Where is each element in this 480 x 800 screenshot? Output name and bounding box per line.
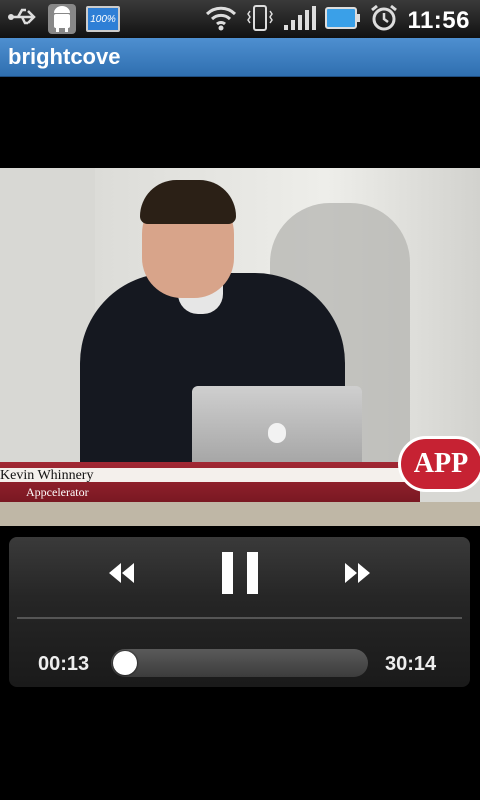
total-time: 30:14 — [385, 653, 437, 675]
signal-icon — [283, 5, 317, 36]
status-bar: 100% 11:56 — [0, 0, 480, 38]
presenter-hair — [140, 180, 236, 224]
app-title: brightcove — [8, 44, 121, 69]
usb-icon — [8, 5, 38, 34]
desk — [0, 502, 480, 526]
seek-bar[interactable] — [111, 649, 368, 677]
fast-forward-icon — [344, 561, 372, 585]
app-title-bar: brightcove — [0, 38, 480, 77]
pause-icon — [220, 552, 260, 594]
status-time: 11:56 — [407, 6, 470, 34]
battery-icon — [325, 6, 361, 35]
seek-thumb[interactable] — [113, 651, 137, 675]
speaker-company: Appcelerator — [26, 485, 89, 499]
player-controls: 00:13 30:14 — [9, 537, 470, 687]
battery-notification-icon: 100% — [86, 6, 120, 32]
rewind-button[interactable] — [107, 561, 135, 585]
fast-forward-button[interactable] — [344, 561, 372, 585]
vibrate-icon — [245, 3, 275, 38]
rewind-icon — [107, 561, 135, 585]
app-u-logo: APP — [398, 436, 480, 492]
controls-divider — [17, 617, 462, 619]
video-frame[interactable]: Kevin Whinnery Appcelerator APP — [0, 168, 480, 526]
pause-button[interactable] — [220, 552, 260, 594]
apple-logo-icon — [268, 423, 286, 443]
wifi-icon — [205, 5, 237, 36]
android-debug-icon — [48, 4, 76, 34]
speaker-name: Kevin Whinnery — [0, 468, 94, 483]
alarm-icon — [369, 3, 399, 38]
current-time: 00:13 — [38, 653, 90, 675]
